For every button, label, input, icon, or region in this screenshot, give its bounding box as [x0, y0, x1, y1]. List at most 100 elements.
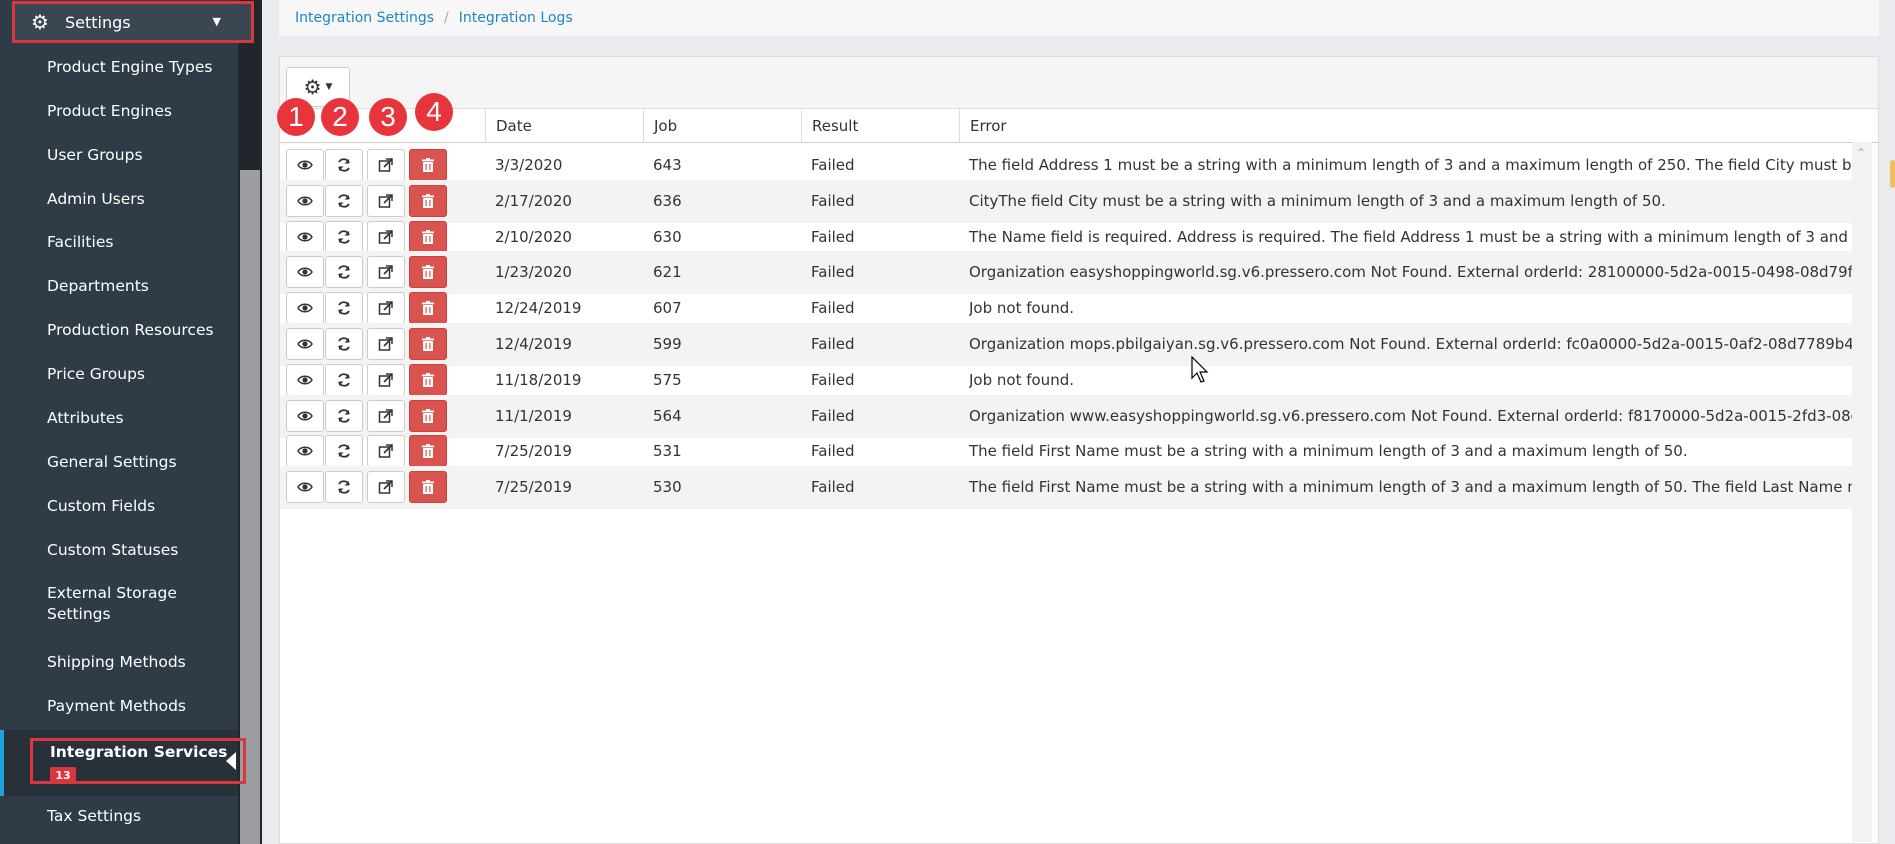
sidebar-item[interactable]: Product Engine Types [47, 57, 232, 78]
open-button[interactable] [367, 220, 405, 253]
open-button[interactable] [367, 184, 405, 217]
view-button[interactable] [286, 256, 324, 289]
sidebar-item[interactable]: Custom Statuses [47, 540, 232, 561]
delete-button[interactable] [409, 328, 447, 360]
resend-button[interactable] [325, 328, 363, 360]
resend-button[interactable] [325, 399, 363, 432]
sidebar-item[interactable]: User Groups [47, 145, 232, 166]
delete-button[interactable] [409, 220, 447, 253]
view-button[interactable] [286, 471, 324, 504]
callout-number: 3 [369, 98, 407, 136]
sidebar-item[interactable]: General Settings [47, 452, 232, 473]
resend-button[interactable] [325, 363, 363, 396]
external-link-icon [378, 336, 394, 352]
column-header-error[interactable]: Error [959, 109, 1859, 143]
eye-icon [297, 300, 313, 316]
refresh-icon [336, 229, 352, 245]
delete-button[interactable] [409, 149, 447, 181]
open-button[interactable] [367, 435, 405, 468]
open-button[interactable] [367, 256, 405, 289]
trash-icon [420, 479, 436, 495]
open-button[interactable] [367, 471, 405, 504]
refresh-icon [336, 443, 352, 459]
delete-button[interactable] [409, 435, 447, 468]
sidebar-item[interactable]: Facilities [47, 232, 232, 253]
view-button[interactable] [286, 184, 324, 217]
view-button[interactable] [286, 149, 324, 181]
delete-button[interactable] [409, 471, 447, 504]
eye-icon [297, 443, 313, 459]
caret-down-icon: ▼ [325, 82, 333, 92]
resend-button[interactable] [325, 149, 363, 181]
resend-button[interactable] [325, 471, 363, 504]
delete-button[interactable] [409, 399, 447, 432]
table-row: 7/25/2019 530 Failed The field First Name m… [280, 466, 1860, 510]
delete-button[interactable] [409, 184, 447, 217]
sidebar-item[interactable]: Admin Users [47, 189, 232, 210]
sidebar-item-label: Integration Services [50, 743, 228, 761]
external-link-icon [378, 372, 394, 388]
external-link-icon [378, 229, 394, 245]
column-header-job[interactable]: Job [643, 109, 801, 143]
chevron-down-icon: ▼ [212, 15, 221, 28]
sidebar-item[interactable]: Attributes [47, 408, 232, 429]
trash-icon [420, 300, 436, 316]
resend-button[interactable] [325, 256, 363, 289]
refresh-icon [336, 336, 352, 352]
eye-icon [297, 229, 313, 245]
resend-button[interactable] [325, 292, 363, 325]
sidebar-item[interactable]: Payment Methods [47, 696, 232, 717]
delete-button[interactable] [409, 256, 447, 289]
view-button[interactable] [286, 363, 324, 396]
delete-button[interactable] [409, 363, 447, 396]
scroll-up-icon[interactable]: ⌃ [1856, 146, 1866, 160]
open-button[interactable] [367, 149, 405, 181]
sidebar-item[interactable]: Custom Fields [47, 496, 232, 517]
callout-number: 4 [415, 93, 453, 131]
trash-icon [420, 372, 436, 388]
column-header-date[interactable]: Date [485, 109, 643, 143]
trash-icon [420, 193, 436, 209]
callout-number: 2 [321, 98, 359, 136]
open-button[interactable] [367, 363, 405, 396]
external-link-icon [378, 443, 394, 459]
sidebar-item[interactable]: Product Engines [47, 101, 232, 122]
trash-icon [420, 157, 436, 173]
refresh-icon [336, 372, 352, 388]
breadcrumb-link-integration-logs[interactable]: Integration Logs [459, 10, 573, 26]
breadcrumb-link-integration-settings[interactable]: Integration Settings [295, 10, 434, 26]
settings-label: Settings [65, 12, 131, 32]
column-header-result[interactable]: Result [801, 109, 959, 143]
open-button[interactable] [367, 292, 405, 325]
view-button[interactable] [286, 292, 324, 325]
trash-icon [420, 264, 436, 280]
table-scrollbar[interactable] [1852, 142, 1872, 842]
external-link-icon [378, 408, 394, 424]
refresh-icon [336, 157, 352, 173]
open-button[interactable] [367, 399, 405, 432]
view-button[interactable] [286, 328, 324, 360]
view-button[interactable] [286, 399, 324, 432]
breadcrumb-separator: / [444, 10, 449, 26]
external-link-icon [378, 157, 394, 173]
sidebar-item[interactable]: Shipping Methods [47, 652, 232, 673]
refresh-icon [336, 408, 352, 424]
view-button[interactable] [286, 435, 324, 468]
settings-menu-header[interactable]: ⚙ Settings ▼ [12, 1, 254, 43]
table-header: Date Job Result Error [280, 109, 1878, 143]
open-button[interactable] [367, 328, 405, 360]
resend-button[interactable] [325, 435, 363, 468]
sidebar-item[interactable]: Departments [47, 276, 232, 297]
delete-button[interactable] [409, 292, 447, 325]
external-link-icon [378, 264, 394, 280]
resend-button[interactable] [325, 220, 363, 253]
refresh-icon [336, 300, 352, 316]
sidebar-item[interactable]: Tax Settings [47, 806, 232, 827]
sidebar-item[interactable]: External Storage Settings [47, 583, 232, 625]
sidebar-item[interactable]: Price Groups [47, 364, 232, 385]
sidebar-item[interactable]: Production Resources [47, 320, 232, 341]
resend-button[interactable] [325, 184, 363, 217]
view-button[interactable] [286, 220, 324, 253]
refresh-icon [336, 193, 352, 209]
active-caret-icon [226, 752, 236, 770]
